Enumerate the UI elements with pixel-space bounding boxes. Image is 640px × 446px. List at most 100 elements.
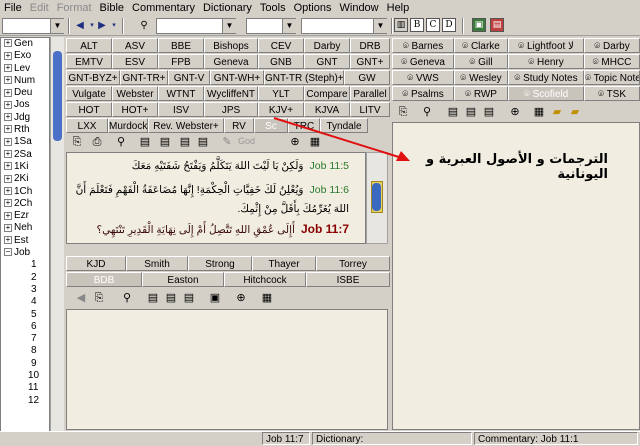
bible-tab-gnt-wh-[interactable]: GNT-WH+ [210, 70, 264, 85]
tree-item-lev[interactable]: + Lev [1, 63, 49, 75]
expand-icon[interactable]: + [4, 88, 12, 97]
document-icon[interactable]: ▤ [164, 291, 178, 305]
commentary-tab-vws[interactable]: ⌾ VWS [392, 70, 454, 85]
expand-icon[interactable]: + [4, 113, 12, 122]
bible-tab-gnt-v[interactable]: GNT-V [168, 70, 210, 85]
tree-item-gen[interactable]: + Gen [1, 38, 49, 50]
expand-icon[interactable]: + [4, 199, 12, 208]
commentary-tab-henry[interactable]: ⌾ Henry [508, 54, 584, 69]
search-combo[interactable]: ▼ [156, 18, 236, 34]
tree-item-deu[interactable]: + Deu [1, 87, 49, 99]
bible-tab-geneva[interactable]: Geneva [204, 54, 258, 69]
document-icon[interactable]: ▤ [178, 135, 192, 149]
dict-tab-hitchcock[interactable]: Hitchcock [224, 272, 306, 287]
menu-commentary[interactable]: Commentary [132, 2, 201, 14]
tree-item-1sa[interactable]: +1Sa [1, 136, 49, 148]
tree-item-1ki[interactable]: +1Ki [1, 161, 49, 173]
chevron-down-icon[interactable]: ▼ [50, 19, 64, 33]
bible-tab-alt[interactable]: ALT [66, 38, 112, 53]
scroll-thumb[interactable] [53, 51, 62, 141]
bible-tab-lxx[interactable]: LXX [66, 118, 108, 133]
bible-tab-hot-[interactable]: HOT+ [112, 102, 158, 117]
style-b-button[interactable]: B [410, 18, 424, 32]
expand-icon[interactable]: + [4, 63, 12, 72]
binoculars-icon[interactable]: ⚲ [136, 18, 152, 34]
expand-icon[interactable]: + [4, 39, 12, 48]
bible-tab-darby[interactable]: Darby [304, 38, 350, 53]
copy-icon[interactable]: ⎘ [92, 291, 106, 305]
bible-tab-gnt-byz-[interactable]: GNT-BYZ+ [66, 70, 120, 85]
copy-icon[interactable]: ⎘ [70, 135, 84, 149]
chevron-down-icon[interactable]: ▼ [373, 19, 387, 33]
dict-tab-kjd[interactable]: KJD [66, 256, 126, 271]
zoom-icon[interactable]: ⊕ [508, 105, 522, 119]
bible-tab-drb[interactable]: DRB [350, 38, 390, 53]
bible-tab-gnb[interactable]: GNB [258, 54, 304, 69]
document-icon[interactable]: ▤ [158, 135, 172, 149]
menu-file[interactable]: File [4, 2, 28, 14]
expand-icon[interactable]: + [4, 76, 12, 85]
dict-tab-easton[interactable]: Easton [142, 272, 224, 287]
document-icon[interactable]: ▤ [482, 105, 496, 119]
bible-tab-murdock[interactable]: Murdock [108, 118, 148, 133]
menu-edit[interactable]: Edit [30, 2, 55, 14]
expand-icon[interactable]: + [4, 137, 12, 146]
tree-chapter[interactable]: 2 [1, 272, 49, 284]
commentary-tab-mhcc[interactable]: ⌾ MHCC [584, 54, 640, 69]
tree-chapter[interactable]: 7 [1, 333, 49, 345]
tree-item-exo[interactable]: + Exo [1, 50, 49, 62]
bible-tab-hot[interactable]: HOT [66, 102, 112, 117]
document-icon[interactable]: ▤ [196, 135, 210, 149]
commentary-tab-topic-notes[interactable]: ⌾ Topic Notes [584, 70, 640, 85]
tree-item-2ch[interactable]: +2Ch [1, 198, 49, 210]
dict-tab-torrey[interactable]: Torrey [316, 256, 390, 271]
dict-tab-strong[interactable]: Strong [188, 256, 252, 271]
font-size-combo[interactable]: ▼ [246, 18, 296, 34]
bible-tab-fpb[interactable]: FPB [158, 54, 204, 69]
document-icon[interactable]: ▤ [182, 291, 196, 305]
table-icon[interactable]: ▦ [260, 291, 274, 305]
god-label[interactable]: God [238, 136, 255, 146]
dict-tab-thayer[interactable]: Thayer [252, 256, 316, 271]
tree-chapter[interactable]: 8 [1, 345, 49, 357]
expand-icon[interactable]: + [4, 174, 12, 183]
commentary-tab-study-notes[interactable]: ⌾ Study Notes [508, 70, 584, 85]
bible-tab-gnt[interactable]: GNT [304, 54, 350, 69]
zoom-icon[interactable]: ⊕ [234, 291, 248, 305]
table-icon[interactable]: ▦ [532, 105, 546, 119]
bible-tab-vulgate[interactable]: Vulgate [66, 86, 112, 101]
expand-icon[interactable]: + [4, 100, 12, 109]
layout-icon[interactable]: ▥ [394, 18, 408, 32]
tree-item-job[interactable]: − Job [1, 247, 49, 259]
menu-window[interactable]: Window [340, 2, 385, 14]
bible-tab-webster[interactable]: Webster [112, 86, 158, 101]
bible-tab-compare[interactable]: Compare [304, 86, 350, 101]
bible-tab-emtv[interactable]: EMTV [66, 54, 112, 69]
document-icon[interactable]: ▤ [138, 135, 152, 149]
dict-tab-bdb[interactable]: BDB [66, 272, 142, 287]
bible-tab-cev[interactable]: CEV [258, 38, 304, 53]
tree-chapter[interactable]: 1 [1, 259, 49, 271]
tree-chapter[interactable]: 5 [1, 309, 49, 321]
tree-chapter[interactable]: 10 [1, 370, 49, 382]
binoculars-icon[interactable]: ⚲ [114, 135, 128, 149]
document-icon[interactable]: ▤ [146, 291, 160, 305]
menu-format[interactable]: Format [57, 2, 98, 14]
expand-icon[interactable]: + [4, 186, 12, 195]
bible-tab-gnt-tr-[interactable]: GNT-TR+ [120, 70, 168, 85]
scroll-thumb[interactable] [372, 183, 381, 211]
tree-chapter[interactable]: 4 [1, 296, 49, 308]
bible-tab-bishops[interactable]: Bishops [204, 38, 258, 53]
commentary-tab-barnes[interactable]: ⌾ Barnes [392, 38, 454, 53]
books-icon[interactable]: ▤ [490, 18, 504, 32]
dict-tab-smith[interactable]: Smith [126, 256, 188, 271]
bible-tab-rev-webster-[interactable]: Rev. Webster+ [148, 118, 224, 133]
verse-ref[interactable]: Job 11:7 [301, 222, 349, 236]
bible-tab-gw[interactable]: GW [344, 70, 390, 85]
chevron-down-icon[interactable]: ▼ [282, 19, 296, 33]
commentary-tab-rwp[interactable]: ⌾ RWP [454, 86, 508, 101]
bible-tab-gnt-[interactable]: GNT+ [350, 54, 390, 69]
commentary-tab-wesley[interactable]: ⌾ Wesley [454, 70, 508, 85]
tree-item-1ch[interactable]: +1Ch [1, 186, 49, 198]
expand-icon[interactable]: + [4, 211, 12, 220]
